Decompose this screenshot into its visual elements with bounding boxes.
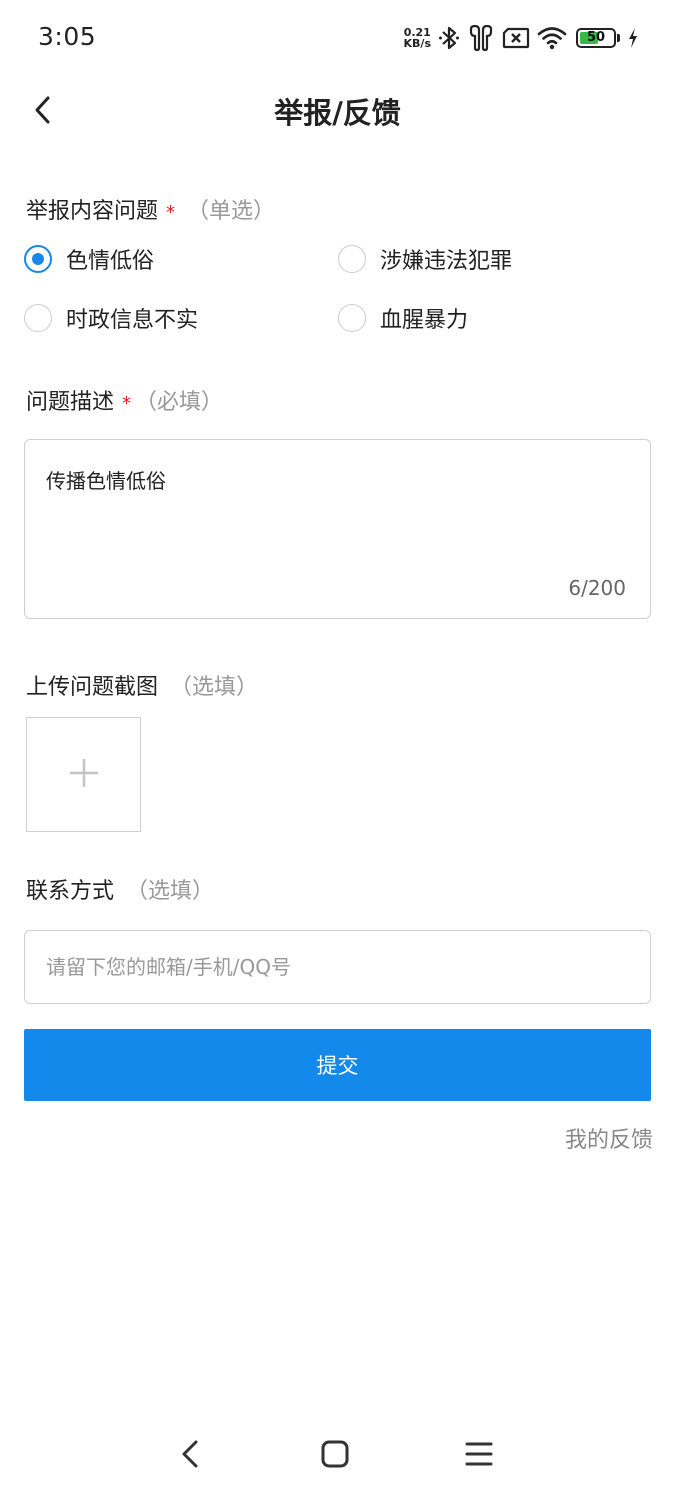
submit-label: 提交 (316, 1054, 359, 1078)
system-nav-bar (0, 1420, 675, 1500)
home-square-icon (321, 1440, 349, 1472)
report-type-label-text: 举报内容问题 (26, 199, 159, 224)
radio-label: 色情低俗 (66, 249, 155, 274)
status-bar: 3:05 0.21 KB/s 50 (0, 0, 675, 76)
radio-button-checked[interactable] (24, 245, 52, 273)
upload-label: 上传问题截图 （选填） (26, 669, 258, 701)
status-icons: 0.21 KB/s 50 (404, 22, 639, 54)
upload-label-text: 上传问题截图 (26, 675, 159, 700)
radio-option-violence[interactable]: 血腥暴力 (338, 301, 468, 335)
report-type-label: 举报内容问题 * （单选） (26, 193, 275, 225)
sim-x-icon (502, 27, 530, 49)
battery-icon: 50 (576, 28, 616, 48)
add-screenshot-button[interactable] (26, 717, 141, 832)
description-hint: （必填） (135, 390, 224, 415)
plus-icon (68, 757, 100, 793)
wifi-icon (537, 26, 567, 50)
character-counter: 6/200 (568, 576, 626, 600)
page-title: 举报/反馈 (274, 96, 401, 130)
nav-back-button[interactable] (165, 1434, 215, 1478)
battery-level: 50 (586, 30, 606, 45)
network-speed-unit: KB/s (403, 37, 431, 50)
radio-button[interactable] (24, 304, 52, 332)
menu-lines-icon (465, 1441, 493, 1471)
network-speed: 0.21 KB/s (404, 27, 431, 49)
charging-icon (627, 27, 639, 49)
radio-label: 涉嫌违法犯罪 (380, 249, 513, 274)
description-label-text: 问题描述 (26, 390, 115, 415)
submit-button[interactable]: 提交 (24, 1029, 651, 1101)
back-triangle-icon (180, 1439, 200, 1473)
required-star: * (166, 202, 176, 223)
radio-option-vulgar[interactable]: 色情低俗 (24, 242, 154, 276)
radio-option-false-political-info[interactable]: 时政信息不实 (24, 301, 198, 335)
contact-hint: （选填） (126, 879, 215, 904)
contact-label: 联系方式 （选填） (26, 873, 214, 905)
contact-input[interactable] (24, 930, 651, 1004)
radio-button[interactable] (338, 304, 366, 332)
nav-home-button[interactable] (310, 1434, 360, 1478)
contact-label-text: 联系方式 (26, 879, 115, 904)
radio-option-illegal[interactable]: 涉嫌违法犯罪 (338, 242, 512, 276)
description-text: 传播色情低俗 (46, 469, 166, 493)
status-time: 3:05 (38, 22, 97, 51)
upload-hint: （选填） (170, 675, 259, 700)
description-textarea[interactable]: 传播色情低俗 6/200 (24, 439, 651, 619)
nav-menu-button[interactable] (454, 1434, 504, 1478)
bluetooth-icon (438, 25, 460, 51)
radio-button[interactable] (338, 245, 366, 273)
radio-label: 血腥暴力 (380, 308, 469, 333)
required-star: * (122, 393, 132, 414)
report-type-hint: （单选） (187, 199, 276, 224)
top-header: 举报/反馈 (0, 76, 675, 146)
battery-tip (617, 34, 620, 42)
earbuds-icon (467, 25, 495, 51)
my-feedback-link[interactable]: 我的反馈 (565, 1122, 653, 1154)
radio-label: 时政信息不实 (66, 308, 199, 333)
description-label: 问题描述 * （必填） (26, 384, 223, 416)
